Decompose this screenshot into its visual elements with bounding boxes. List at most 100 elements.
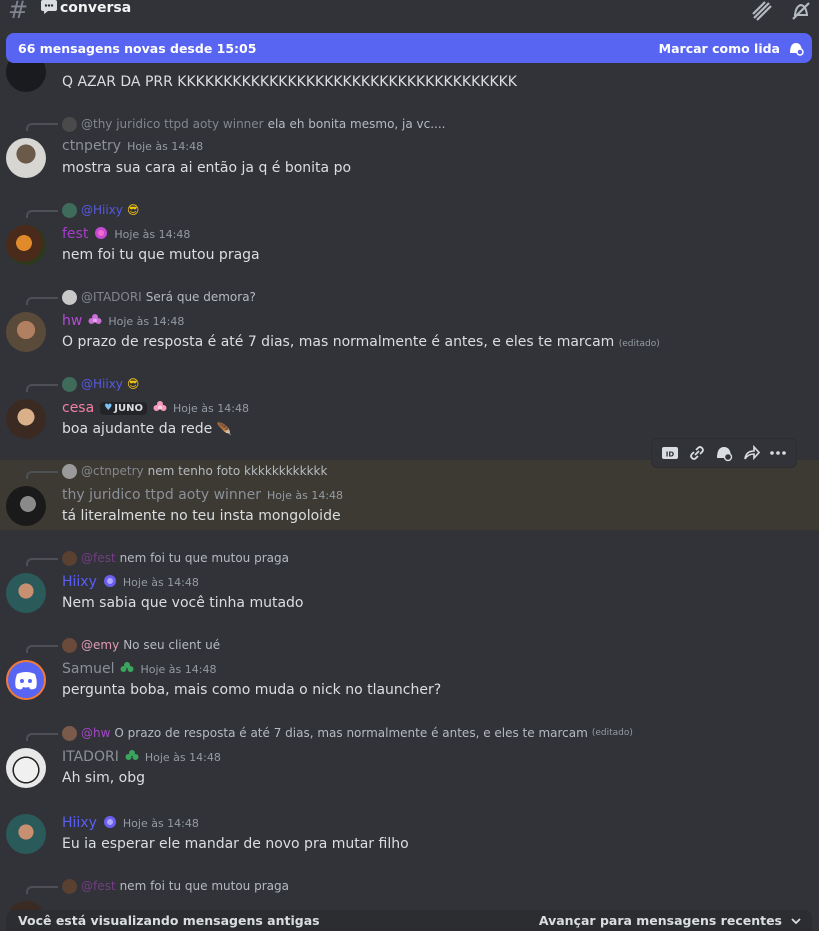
message-text: nem foi tu que mutou praga bbox=[62, 247, 260, 263]
avatar[interactable] bbox=[6, 748, 46, 788]
svg-text:ID: ID bbox=[665, 451, 674, 459]
message-text: Q AZAR DA PRR KKKKKKKKKKKKKKKKKKKKKKKKKK… bbox=[62, 74, 517, 90]
edited-label: (editado) bbox=[591, 728, 633, 738]
username[interactable]: Samuel bbox=[62, 661, 114, 677]
more-options-icon[interactable] bbox=[769, 444, 787, 462]
mute-bell-icon[interactable] bbox=[790, 0, 812, 22]
threads-icon[interactable] bbox=[751, 0, 773, 22]
message-item[interactable]: @ITADORI Será que demora? hw Hoje às 14:… bbox=[0, 288, 819, 358]
discord-logo-icon bbox=[15, 672, 37, 690]
timestamp: Hoje às 14:48 bbox=[140, 662, 217, 676]
message-item[interactable]: @hw O prazo de resposta é até 7 dias, ma… bbox=[0, 724, 819, 794]
jump-to-present-button[interactable]: Avançar para mensagens recentes bbox=[539, 913, 782, 928]
timestamp: Hoje às 14:48 bbox=[122, 816, 199, 830]
feather-emoji-icon: 🪶 bbox=[216, 422, 232, 436]
reply-connector bbox=[26, 384, 58, 392]
reply-text: O prazo de resposta é até 7 dias, mas no… bbox=[114, 726, 588, 740]
reply-connector bbox=[26, 645, 58, 653]
reply-preview[interactable]: @emy No seu client ué bbox=[62, 637, 220, 653]
discord-default-avatar[interactable] bbox=[6, 660, 46, 700]
message-text: O prazo de resposta é até 7 dias, mas no… bbox=[62, 334, 660, 350]
reply-text: No seu client ué bbox=[123, 638, 221, 652]
mini-avatar bbox=[62, 376, 77, 392]
mini-avatar bbox=[62, 202, 77, 218]
reply-username[interactable]: @fest bbox=[81, 879, 116, 893]
new-messages-bar[interactable]: 66 mensagens novas desde 15:05 Marcar co… bbox=[6, 33, 812, 63]
message-item[interactable]: @thy juridico ttpd aoty winner ela eh bo… bbox=[0, 114, 819, 184]
copy-id-icon[interactable]: ID bbox=[661, 444, 679, 462]
heart-icon: ♥ bbox=[104, 403, 113, 413]
message-actions-toolbar: ID bbox=[651, 438, 797, 468]
reply-text: ela eh bonita mesmo, ja vc.... bbox=[267, 117, 446, 131]
reply-username[interactable]: @emy bbox=[81, 638, 119, 652]
message-item[interactable]: @fest nem foi tu que mutou praga bbox=[0, 877, 819, 910]
reply-username[interactable]: @ITADORI bbox=[81, 290, 142, 304]
reply-preview[interactable]: @fest nem foi tu que mutou praga bbox=[62, 550, 289, 566]
avatar[interactable] bbox=[6, 138, 46, 178]
reply-username[interactable]: @ctnpetry bbox=[81, 464, 144, 478]
hash-icon: # bbox=[8, 0, 29, 24]
avatar[interactable] bbox=[6, 486, 46, 526]
avatar[interactable] bbox=[6, 225, 46, 265]
mark-as-read-button[interactable]: Marcar como lida bbox=[659, 41, 780, 56]
channel-name: conversa bbox=[60, 0, 132, 16]
forward-icon[interactable] bbox=[742, 444, 761, 462]
username[interactable]: Hiixy bbox=[62, 574, 97, 590]
reply-preview[interactable]: @hw O prazo de resposta é até 7 dias, ma… bbox=[62, 725, 633, 741]
username[interactable]: fest bbox=[62, 226, 88, 242]
username[interactable]: ctnpetry bbox=[62, 138, 121, 154]
reply-username[interactable]: @hw bbox=[81, 726, 110, 740]
flower-role-icon bbox=[153, 399, 167, 418]
flower-role-icon bbox=[88, 312, 102, 331]
username[interactable]: ITADORI bbox=[62, 749, 119, 765]
guild-tag-badge[interactable]: ♥ JUNO bbox=[100, 401, 147, 415]
clover-role-icon bbox=[120, 660, 134, 679]
mini-avatar bbox=[62, 463, 77, 479]
reply-username[interactable]: @Hiixy bbox=[81, 377, 123, 391]
avatar[interactable] bbox=[6, 399, 46, 439]
timestamp: Hoje às 14:48 bbox=[122, 575, 199, 589]
avatar[interactable] bbox=[6, 814, 46, 854]
sunglasses-emoji-icon: 😎 bbox=[126, 377, 140, 391]
reply-connector bbox=[26, 123, 58, 131]
message-item[interactable]: @fest nem foi tu que mutou praga Hiixy H… bbox=[0, 549, 819, 619]
reply-preview[interactable]: @Hiixy 😎 bbox=[62, 376, 139, 392]
old-messages-bar[interactable]: Você está visualizando mensagens antigas… bbox=[6, 910, 812, 931]
new-messages-text: 66 mensagens novas desde 15:05 bbox=[18, 40, 257, 56]
reply-username[interactable]: @Hiixy bbox=[81, 203, 123, 217]
chevron-down-icon bbox=[791, 917, 801, 924]
timestamp: Hoje às 14:48 bbox=[108, 314, 185, 328]
username[interactable]: thy juridico ttpd aoty winner bbox=[62, 487, 261, 503]
message-item[interactable]: @Hiixy 😎 cesa ♥ JUNO Hoje às 14:48 boa a… bbox=[0, 375, 819, 445]
timestamp: Hoje às 14:48 bbox=[114, 227, 191, 241]
avatar[interactable] bbox=[6, 573, 46, 613]
username[interactable]: Hiixy bbox=[62, 815, 97, 831]
reply-username[interactable]: @fest bbox=[81, 551, 116, 565]
reply-connector bbox=[26, 210, 58, 218]
link-icon[interactable] bbox=[688, 444, 706, 462]
reply-text: Será que demora? bbox=[145, 290, 256, 304]
role-icon bbox=[103, 814, 117, 833]
message-item[interactable]: @emy No seu client ué Samuel Hoje às 14:… bbox=[0, 636, 819, 706]
reply-preview[interactable]: @ctnpetry nem tenho foto kkkkkkkkkkkk bbox=[62, 463, 327, 479]
edited-label: (editado) bbox=[618, 339, 660, 349]
timestamp: Hoje às 14:48 bbox=[172, 401, 249, 415]
username[interactable]: hw bbox=[62, 313, 82, 329]
reply-preview[interactable]: @Hiixy 😎 bbox=[62, 202, 139, 218]
avatar[interactable] bbox=[6, 312, 46, 352]
message-text: Nem sabia que você tinha mutado bbox=[62, 595, 304, 611]
reply-username[interactable]: @thy juridico ttpd aoty winner bbox=[81, 117, 264, 131]
username[interactable]: cesa bbox=[62, 400, 94, 416]
message-item[interactable]: @Hiixy 😎 fest Hoje às 14:48 nem foi tu q… bbox=[0, 201, 819, 271]
reply-preview[interactable]: @fest nem foi tu que mutou praga bbox=[62, 878, 289, 894]
message-item[interactable]: @ctnpetry nem tenho foto kkkkkkkkkkkk th… bbox=[0, 460, 819, 530]
mark-unread-icon[interactable] bbox=[715, 444, 733, 462]
avatar[interactable] bbox=[6, 901, 46, 910]
sunglasses-emoji-icon: 😎 bbox=[126, 203, 140, 217]
mini-avatar bbox=[62, 116, 77, 132]
reply-preview[interactable]: @ITADORI Será que demora? bbox=[62, 289, 256, 305]
message-item[interactable]: Hiixy Hoje às 14:48 Eu ia esperar ele ma… bbox=[0, 812, 819, 862]
message-text: Eu ia esperar ele mandar de novo pra mut… bbox=[62, 836, 409, 852]
mini-avatar bbox=[62, 550, 77, 566]
reply-preview[interactable]: @thy juridico ttpd aoty winner ela eh bo… bbox=[62, 116, 446, 132]
